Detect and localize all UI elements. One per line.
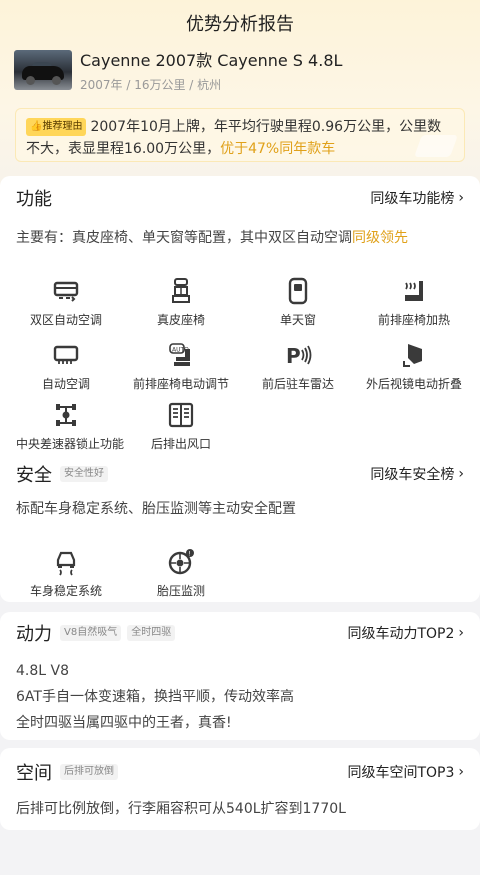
feature-label: 中央差速器锁止功能: [16, 437, 125, 451]
car-meta: 2007年 / 16万公里 / 杭州: [80, 78, 222, 92]
safety-desc: 标配车身稳定系统、胎压监测等主动安全配置: [16, 501, 296, 517]
report-header: 优势分析报告 Cayenne 2007款 Cayenne S 4.8L 2007…: [0, 0, 480, 200]
page-title: 优势分析报告: [186, 14, 294, 35]
chevron-right-icon: ›: [458, 190, 464, 206]
space-rank-label: 同级车空间TOP3: [347, 765, 455, 781]
car-name: Cayenne 2007款 Cayenne S 4.8L: [80, 51, 343, 70]
feature-item[interactable]: P 前后驻车雷达: [248, 341, 348, 392]
feature-item[interactable]: ! 胎压监测: [131, 548, 231, 599]
power-title: 动力: [16, 624, 52, 645]
power-line: 4.8L V8: [16, 663, 69, 679]
safety-rank-link[interactable]: 同级车安全榜 ›: [370, 464, 464, 484]
decorative-shape: [413, 135, 459, 157]
rear-vent-icon: [168, 402, 194, 428]
feature-item[interactable]: 前排座椅加热: [364, 277, 464, 328]
feature-item[interactable]: AUTO 前排座椅电动调节: [131, 341, 231, 392]
feature-label: 后排出风口: [150, 437, 211, 451]
function-title: 功能: [16, 189, 52, 210]
recommend-reason-card: 👍推荐理由 2007年10月上牌，年平均行驶里程0.96万公里，公里数不大，表显里…: [15, 108, 465, 162]
space-rank-link[interactable]: 同级车空间TOP3 ›: [347, 762, 464, 782]
feature-label: 前后驻车雷达: [261, 377, 334, 391]
safety-feature-grid: 车身稳定系统 ! 胎压监测: [16, 518, 464, 598]
feature-label: 胎压监测: [156, 584, 205, 598]
chevron-right-icon: ›: [458, 764, 464, 780]
power-tag: 全时四驱: [127, 625, 176, 641]
power-card: 动力 V8自然吸气 全时四驱 同级车动力TOP2 › 4.8L V8 6AT手自…: [0, 612, 480, 740]
feature-label: 外后视镜电动折叠: [365, 377, 462, 391]
feature-label: 车身稳定系统: [29, 584, 102, 598]
recommend-reason-label: 推荐理由: [42, 121, 83, 132]
safety-rank-label: 同级车安全榜: [370, 467, 455, 483]
svg-text:P: P: [286, 344, 301, 368]
seat-heating-icon: [405, 281, 423, 301]
dual-zone-ac-icon: [53, 281, 79, 302]
diff-lock-icon: [56, 404, 76, 426]
feature-label: 前排座椅加热: [377, 313, 450, 327]
chevron-right-icon: ›: [458, 466, 464, 482]
feature-item[interactable]: 真皮座椅: [131, 277, 231, 328]
feature-item[interactable]: 双区自动空调: [16, 277, 116, 328]
function-desc-highlight: 同级领先: [352, 230, 408, 246]
safety-card: 安全 安全性好 同级车安全榜 › 标配车身稳定系统、胎压监测等主动安全配置 车身…: [0, 452, 480, 602]
power-tag: V8自然吸气: [60, 625, 122, 641]
feature-label: 单天窗: [279, 313, 316, 327]
recommend-reason-badge: 👍推荐理由: [26, 118, 87, 136]
safety-tag: 安全性好: [60, 466, 108, 482]
tire-pressure-icon: !: [168, 549, 194, 575]
sunroof-icon: [288, 277, 308, 305]
feature-item[interactable]: 外后视镜电动折叠: [364, 341, 464, 392]
feature-label: 真皮座椅: [156, 313, 205, 327]
feature-item[interactable]: 后排出风口: [131, 401, 231, 452]
parking-radar-icon: P: [286, 344, 312, 368]
power-rank-label: 同级车动力TOP2: [347, 626, 455, 642]
function-rank-link[interactable]: 同级车功能榜 ›: [370, 188, 464, 208]
car-summary: Cayenne 2007款 Cayenne S 4.8L 2007年 / 16万…: [14, 50, 342, 93]
space-tag: 后排可放倒: [60, 764, 118, 780]
space-card: 空间 后排可放倒 同级车空间TOP3 › 后排可比例放倒，行李厢容积可从540L…: [0, 748, 480, 830]
function-desc: 主要有：真皮座椅、单天窗等配置，其中双区自动空调同级领先: [16, 227, 464, 247]
feature-item[interactable]: 车身稳定系统: [16, 548, 116, 599]
feature-label: 双区自动空调: [29, 313, 102, 327]
feature-item[interactable]: 自动空调: [16, 341, 116, 392]
space-title: 空间: [16, 763, 52, 784]
svg-text:!: !: [188, 550, 190, 557]
power-line: 全时四驱当属四驱中的王者，真香!: [16, 715, 232, 731]
auto-ac-icon: [53, 345, 79, 364]
feature-item[interactable]: 中央差速器锁止功能: [16, 401, 125, 452]
power-line: 6AT手自一体变速箱，换挡平顺，传动效率高: [16, 689, 294, 705]
car-thumbnail: [14, 50, 72, 90]
chevron-right-icon: ›: [458, 625, 464, 641]
leather-seat-icon: [172, 278, 190, 303]
space-desc: 后排可比例放倒，行李厢容积可从540L扩容到1770L: [16, 801, 346, 817]
feature-label: 自动空调: [41, 377, 90, 391]
thumbs-up-icon: 👍: [30, 121, 43, 132]
power-rank-link[interactable]: 同级车动力TOP2 ›: [347, 623, 464, 643]
feature-item[interactable]: 单天窗: [248, 277, 348, 328]
stability-control-icon: [56, 551, 76, 576]
function-rank-label: 同级车功能榜: [370, 191, 455, 207]
function-desc-text: 主要有：真皮座椅、单天窗等配置，其中双区自动空调: [16, 230, 352, 246]
recommend-reason-highlight: 优于47%同年款车: [220, 141, 336, 157]
feature-label: 前排座椅电动调节: [132, 377, 229, 391]
mirror-fold-icon: [403, 344, 422, 367]
safety-title: 安全: [16, 465, 52, 486]
power-seat-icon: AUTO: [169, 343, 190, 366]
